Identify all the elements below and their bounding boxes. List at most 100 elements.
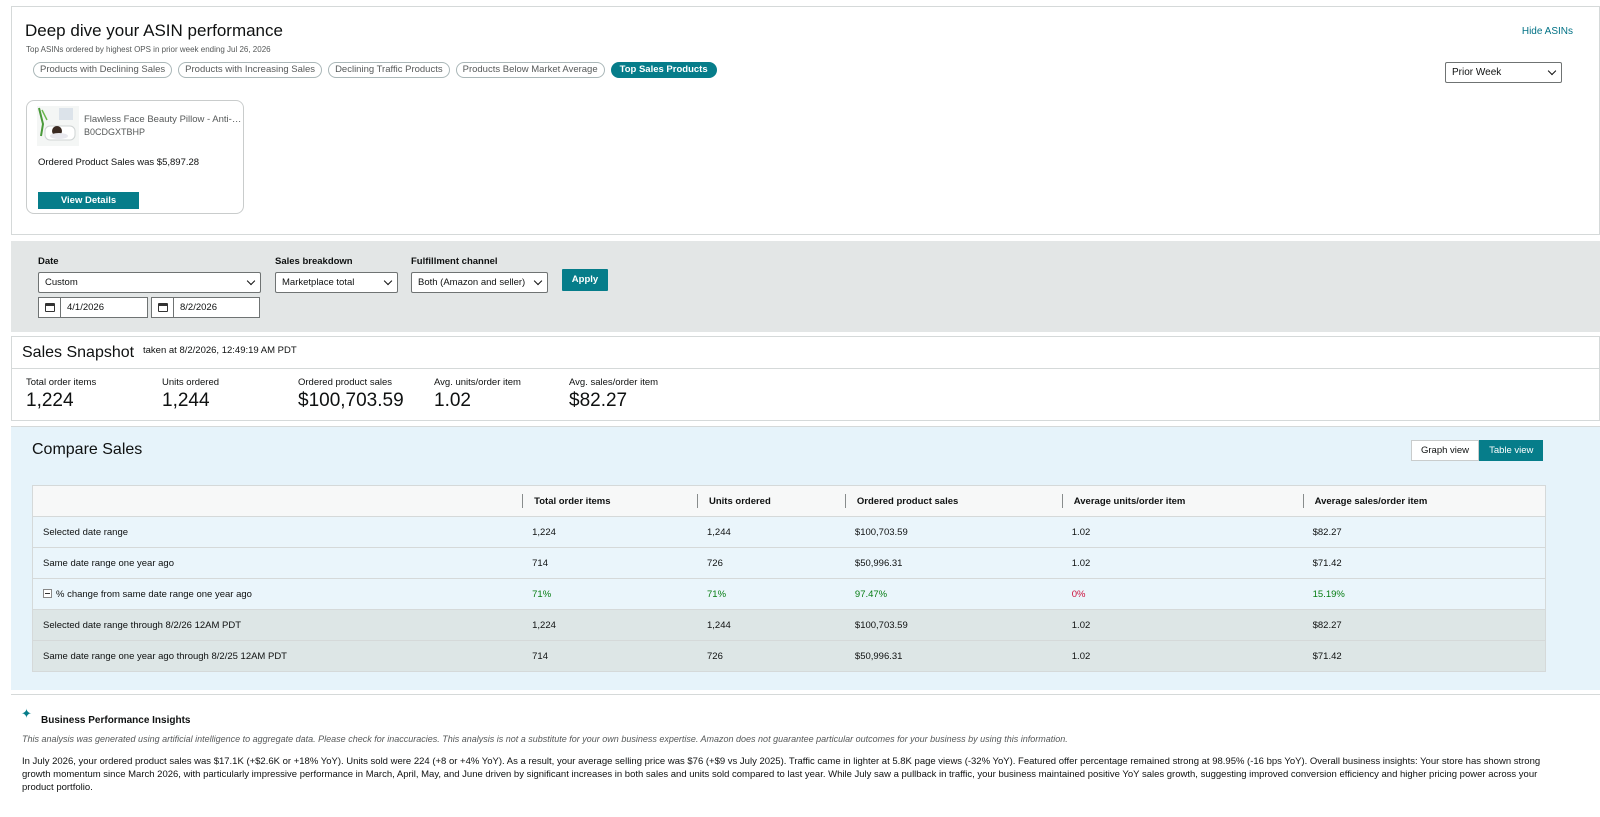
- row-label: Same date range one year ago: [32, 547, 523, 579]
- row-label: Selected date range through 8/2/26 12AM …: [32, 609, 523, 641]
- percent-change-cell: 71%: [522, 578, 697, 610]
- product-asin: B0CDGXTBHP: [84, 127, 146, 137]
- sales-breakdown-select[interactable]: Marketplace total: [275, 272, 398, 293]
- insights-body: In July 2026, your ordered product sales…: [22, 756, 1541, 793]
- table-cell: 1,244: [697, 609, 845, 641]
- metric-label: Total order items: [26, 377, 97, 388]
- chevron-down-icon: [533, 276, 543, 286]
- snapshot-timestamp: taken at 8/2/2026, 12:49:19 AM PDT: [143, 345, 297, 356]
- metric-label: Avg. sales/order item: [569, 377, 659, 388]
- fulfillment-channel-label: Fulfillment channel: [411, 256, 498, 267]
- chip-declining-traffic[interactable]: Declining Traffic Products: [328, 62, 450, 78]
- table-cell: $82.27: [1302, 516, 1546, 548]
- fulfillment-channel-select[interactable]: Both (Amazon and seller): [411, 272, 548, 293]
- row-label: % change from same date range one year a…: [56, 588, 252, 600]
- table-cell: 1.02: [1061, 640, 1303, 672]
- table-cell: $50,996.31: [844, 547, 1062, 579]
- sparkle-icon: ✦: [21, 706, 32, 721]
- column-header-label: Average units/order item: [1073, 495, 1186, 507]
- graph-view-button[interactable]: Graph view: [1411, 440, 1480, 461]
- date-select-value: Custom: [45, 277, 78, 288]
- column-header-units-ordered: Units ordered: [697, 485, 845, 517]
- chip-declining-sales[interactable]: Products with Declining Sales: [33, 62, 173, 78]
- metric-value: 1,244: [162, 390, 210, 411]
- calendar-icon-box: [39, 298, 61, 317]
- metric-value: 1.02: [434, 390, 471, 411]
- metric-value: $100,703.59: [298, 390, 404, 411]
- table-cell: 714: [522, 640, 697, 672]
- table-row: Selected date range 1,224 1,244 $100,703…: [32, 516, 1546, 548]
- calendar-icon: [45, 303, 55, 312]
- percent-change-cell: 97.47%: [844, 578, 1062, 610]
- row-label-cell: % change from same date range one year a…: [32, 578, 523, 610]
- column-header-ordered-product-sales: Ordered product sales: [844, 485, 1062, 517]
- chevron-down-icon: [383, 276, 393, 286]
- chip-increasing-sales[interactable]: Products with Increasing Sales: [178, 62, 323, 78]
- column-header-avg-units: Average units/order item: [1061, 485, 1303, 517]
- collapse-toggle-icon[interactable]: [43, 588, 52, 598]
- period-select[interactable]: Prior Week: [1445, 62, 1562, 83]
- table-cell: $82.27: [1302, 609, 1546, 641]
- calendar-icon-box: [152, 298, 174, 317]
- column-header-total-order-items: Total order items: [522, 485, 697, 517]
- hide-asins-link[interactable]: Hide ASINs: [1522, 26, 1573, 37]
- column-header-label: Total order items: [534, 495, 611, 507]
- column-header: [32, 485, 523, 517]
- metric-avg-sales-per-order-item: Avg. sales/order item $82.27: [569, 377, 658, 412]
- metric-label: Ordered product sales: [298, 377, 392, 388]
- end-date-value: 8/2/2026: [180, 302, 217, 313]
- asin-deep-dive-panel: Deep dive your ASIN performance Top ASIN…: [11, 6, 1600, 235]
- column-header-avg-sales: Average sales/order item: [1302, 485, 1546, 517]
- table-cell: 1.02: [1061, 516, 1303, 548]
- asin-filter-chips: Products with Declining Sales Products w…: [33, 62, 717, 78]
- snapshot-title: Sales Snapshot: [22, 344, 135, 361]
- fulfillment-channel-value: Both (Amazon and seller): [418, 277, 526, 288]
- percent-change-cell: 0%: [1061, 578, 1303, 610]
- metric-value: 1,224: [26, 390, 74, 411]
- view-details-button[interactable]: View Details: [38, 192, 139, 209]
- insights-disclaimer: This analysis was generated using artifi…: [22, 734, 1068, 744]
- row-label: Selected date range: [32, 516, 523, 548]
- metric-avg-units-per-order-item: Avg. units/order item 1.02: [434, 377, 521, 412]
- metric-ordered-product-sales: Ordered product sales $100,703.59: [298, 377, 404, 412]
- period-select-value: Prior Week: [1452, 67, 1502, 78]
- chip-below-market-average[interactable]: Products Below Market Average: [455, 62, 605, 78]
- date-label: Date: [38, 256, 59, 267]
- start-date-input[interactable]: 4/1/2026: [38, 297, 148, 318]
- start-date-value: 4/1/2026: [67, 302, 104, 313]
- column-separator: [844, 494, 846, 508]
- row-label: Same date range one year ago through 8/2…: [32, 640, 523, 672]
- table-cell: 726: [697, 640, 845, 672]
- apply-button[interactable]: Apply: [562, 269, 608, 291]
- table-cell: 714: [522, 547, 697, 579]
- table-cell: 1,224: [522, 609, 697, 641]
- end-date-input[interactable]: 8/2/2026: [151, 297, 260, 318]
- table-cell: 1.02: [1061, 609, 1303, 641]
- compare-sales-table: Total order items Units ordered Ordered …: [32, 485, 1546, 672]
- date-select[interactable]: Custom: [38, 272, 261, 293]
- chevron-down-icon: [246, 276, 256, 286]
- chip-top-sales[interactable]: Top Sales Products: [610, 62, 717, 78]
- metric-label: Units ordered: [162, 377, 220, 388]
- sales-breakdown-value: Marketplace total: [282, 277, 355, 288]
- asin-panel-subtitle: Top ASINs ordered by highest OPS in prio…: [26, 45, 271, 54]
- product-thumbnail: [37, 106, 79, 146]
- divider: [12, 368, 1599, 369]
- table-header-row: Total order items Units ordered Ordered …: [32, 485, 1546, 517]
- table-cell: $71.42: [1302, 640, 1546, 672]
- table-cell: 1,244: [697, 516, 845, 548]
- table-cell: $100,703.59: [844, 609, 1062, 641]
- column-separator: [522, 494, 524, 508]
- metric-value: $82.27: [569, 390, 628, 411]
- table-cell: 1,224: [522, 516, 697, 548]
- column-header-label: Units ordered: [709, 495, 771, 507]
- table-cell: $50,996.31: [844, 640, 1062, 672]
- table-row-percent-change: % change from same date range one year a…: [32, 578, 1546, 610]
- calendar-icon: [158, 303, 168, 312]
- asin-panel-title: Deep dive your ASIN performance: [25, 21, 283, 40]
- table-view-button[interactable]: Table view: [1479, 440, 1544, 461]
- business-insights-panel: ✦ Business Performance Insights This ana…: [11, 694, 1600, 817]
- sales-breakdown-label: Sales breakdown: [275, 256, 353, 267]
- product-name[interactable]: Flawless Face Beauty Pillow - Anti-…: [84, 114, 244, 125]
- metric-total-order-items: Total order items 1,224: [26, 377, 96, 412]
